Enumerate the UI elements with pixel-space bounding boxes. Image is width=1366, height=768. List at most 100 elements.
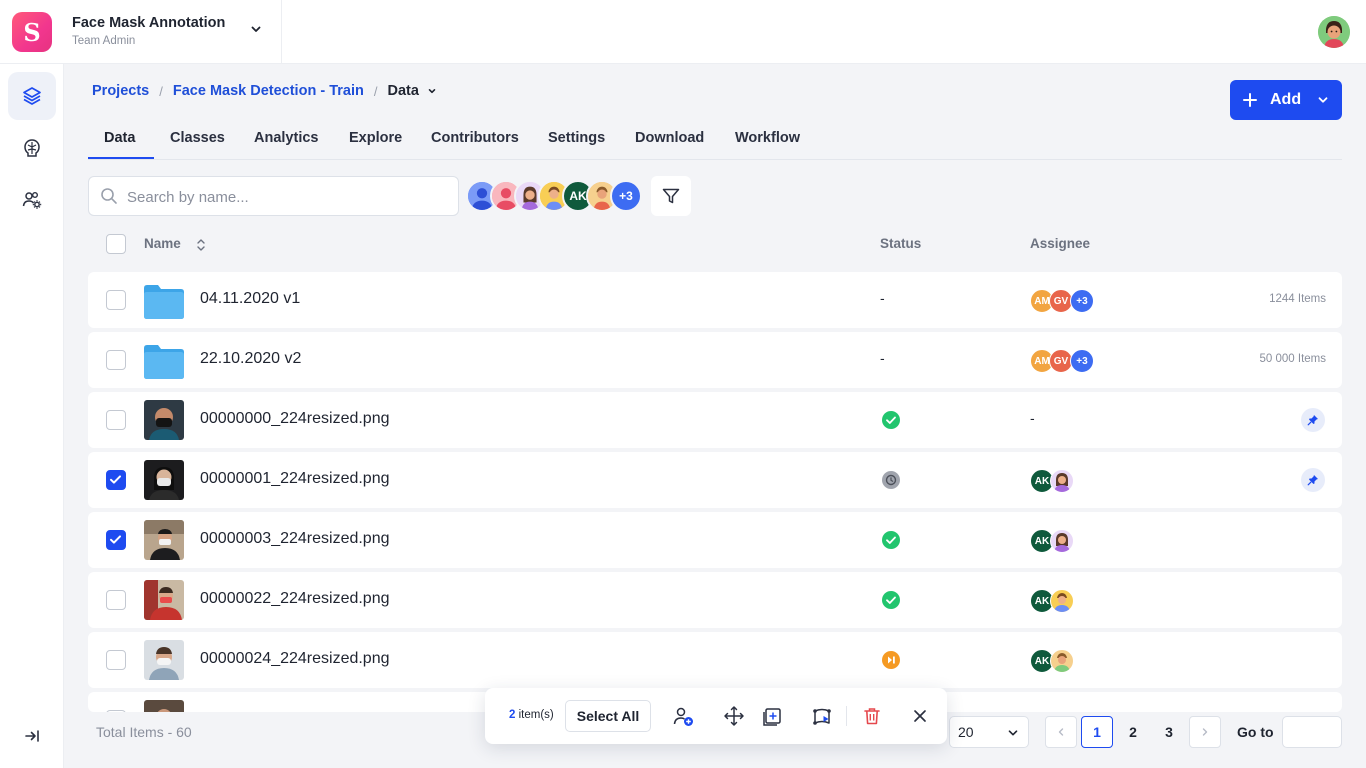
- per-page-select[interactable]: 20: [949, 716, 1029, 748]
- breadcrumb-project-link[interactable]: Face Mask Detection - Train: [173, 83, 364, 99]
- item-name[interactable]: 04.11.2020 v1: [200, 290, 300, 308]
- sidebar-item-team-settings[interactable]: [8, 176, 56, 224]
- breadcrumb-projects-link[interactable]: Projects: [92, 83, 149, 99]
- plus-icon: [1243, 93, 1257, 107]
- selected-count: 2 item(s): [509, 709, 554, 721]
- column-header-name[interactable]: Name: [144, 236, 181, 251]
- image-thumbnail[interactable]: [144, 640, 184, 680]
- page-button-2[interactable]: 2: [1117, 716, 1149, 748]
- table-row[interactable]: 00000022_224resized.png AK: [88, 572, 1342, 628]
- sidebar: [0, 64, 64, 768]
- pin-button[interactable]: [1301, 408, 1325, 432]
- image-thumbnail[interactable]: [144, 460, 184, 500]
- tab-settings[interactable]: Settings: [548, 130, 605, 146]
- chevron-down-icon: [1008, 730, 1018, 736]
- search-input[interactable]: [127, 186, 447, 208]
- image-thumbnail[interactable]: [144, 700, 184, 712]
- assignee-more-badge: +3: [1070, 289, 1094, 313]
- folder-icon: [144, 345, 184, 379]
- more-contributors-badge[interactable]: +3: [610, 180, 642, 212]
- pin-icon: [1307, 475, 1318, 486]
- image-thumbnail[interactable]: [144, 580, 184, 620]
- move-button[interactable]: [722, 704, 746, 728]
- add-button[interactable]: Add: [1230, 80, 1342, 120]
- row-checkbox[interactable]: [106, 350, 126, 370]
- item-name[interactable]: 00000003_224resized.png: [200, 530, 390, 548]
- item-name[interactable]: 00000024_224resized.png: [200, 650, 390, 668]
- table-row[interactable]: 00000000_224resized.png -: [88, 392, 1342, 448]
- assignee-more-badge: +3: [1070, 349, 1094, 373]
- completed-status-icon: [882, 531, 900, 549]
- page-button-1[interactable]: 1: [1081, 716, 1113, 748]
- tab-workflow[interactable]: Workflow: [735, 130, 800, 146]
- tab-data[interactable]: Data: [104, 130, 135, 146]
- folder-icon: [144, 285, 184, 319]
- table-row[interactable]: 00000003_224resized.png AK: [88, 512, 1342, 568]
- table-row[interactable]: 04.11.2020 v1 - AM GV +3 1244 Items: [88, 272, 1342, 328]
- workflow-icon: [813, 708, 831, 725]
- assignee-avatar: [1050, 649, 1074, 673]
- pin-button[interactable]: [1301, 468, 1325, 492]
- row-checkbox[interactable]: [106, 650, 126, 670]
- assignee-text: -: [1030, 410, 1035, 426]
- delete-button[interactable]: [860, 704, 884, 728]
- search-box: [88, 176, 459, 216]
- prev-page-button[interactable]: [1045, 716, 1077, 748]
- column-header-status: Status: [880, 236, 922, 251]
- goto-page-input[interactable]: [1282, 716, 1342, 748]
- filter-button[interactable]: [651, 176, 691, 216]
- breadcrumb-current[interactable]: Data: [387, 83, 418, 99]
- total-items: Total Items - 60: [96, 724, 192, 740]
- tab-analytics[interactable]: Analytics: [254, 130, 318, 146]
- tab-explore[interactable]: Explore: [349, 130, 402, 146]
- copy-to-button[interactable]: [761, 704, 785, 728]
- row-checkbox[interactable]: [106, 410, 126, 430]
- item-name[interactable]: 00000000_224resized.png: [200, 410, 390, 428]
- filter-icon: [662, 188, 680, 204]
- select-all-checkbox[interactable]: [106, 234, 126, 254]
- row-checkbox[interactable]: [106, 470, 126, 490]
- assignee-avatar: [1050, 589, 1074, 613]
- status-text: -: [880, 290, 885, 306]
- per-page-value: 20: [958, 724, 974, 740]
- workspace-switcher[interactable]: S Face Mask Annotation Team Admin: [0, 0, 282, 64]
- assign-user-button[interactable]: [671, 704, 695, 728]
- chevron-down-icon[interactable]: [249, 22, 263, 36]
- next-page-button[interactable]: [1189, 716, 1221, 748]
- user-avatar[interactable]: [1318, 16, 1350, 48]
- sidebar-collapse-button[interactable]: [8, 712, 56, 760]
- sidebar-item-neural-networks[interactable]: [8, 124, 56, 172]
- row-checkbox[interactable]: [106, 530, 126, 550]
- row-checkbox[interactable]: [106, 290, 126, 310]
- sidebar-item-projects[interactable]: [8, 72, 56, 120]
- bulk-action-bar: 2 item(s) Select All: [485, 688, 947, 744]
- close-icon: [914, 710, 926, 722]
- item-name[interactable]: 00000022_224resized.png: [200, 590, 390, 608]
- sort-icon[interactable]: [195, 237, 207, 253]
- copy-add-icon: [763, 708, 781, 726]
- item-name[interactable]: 00000001_224resized.png: [200, 470, 390, 488]
- row-checkbox[interactable]: [106, 710, 126, 712]
- breadcrumb: Projects / Face Mask Detection - Train /…: [92, 83, 439, 99]
- column-header-assignee: Assignee: [1030, 236, 1091, 251]
- tab-contributors[interactable]: Contributors: [431, 130, 519, 146]
- row-checkbox[interactable]: [106, 590, 126, 610]
- table-row[interactable]: 00000024_224resized.png AK: [88, 632, 1342, 688]
- send-to-workflow-button[interactable]: [810, 704, 834, 728]
- chevron-down-icon[interactable]: [425, 84, 439, 98]
- completed-status-icon: [882, 591, 900, 609]
- tab-download[interactable]: Download: [635, 130, 704, 146]
- image-thumbnail[interactable]: [144, 520, 184, 560]
- table-row[interactable]: 22.10.2020 v2 - AM GV +3 50 000 Items: [88, 332, 1342, 388]
- brain-icon: [24, 139, 40, 157]
- tab-classes[interactable]: Classes: [170, 130, 225, 146]
- select-all-button[interactable]: Select All: [565, 700, 651, 732]
- table-row[interactable]: 00000001_224resized.png AK: [88, 452, 1342, 508]
- item-name[interactable]: 22.10.2020 v2: [200, 350, 301, 368]
- page-button-3[interactable]: 3: [1153, 716, 1185, 748]
- active-tab-indicator: [88, 157, 154, 159]
- close-action-bar-button[interactable]: [908, 704, 932, 728]
- image-thumbnail[interactable]: [144, 400, 184, 440]
- checkmark-icon: [110, 535, 121, 544]
- assign-user-icon: [673, 707, 693, 726]
